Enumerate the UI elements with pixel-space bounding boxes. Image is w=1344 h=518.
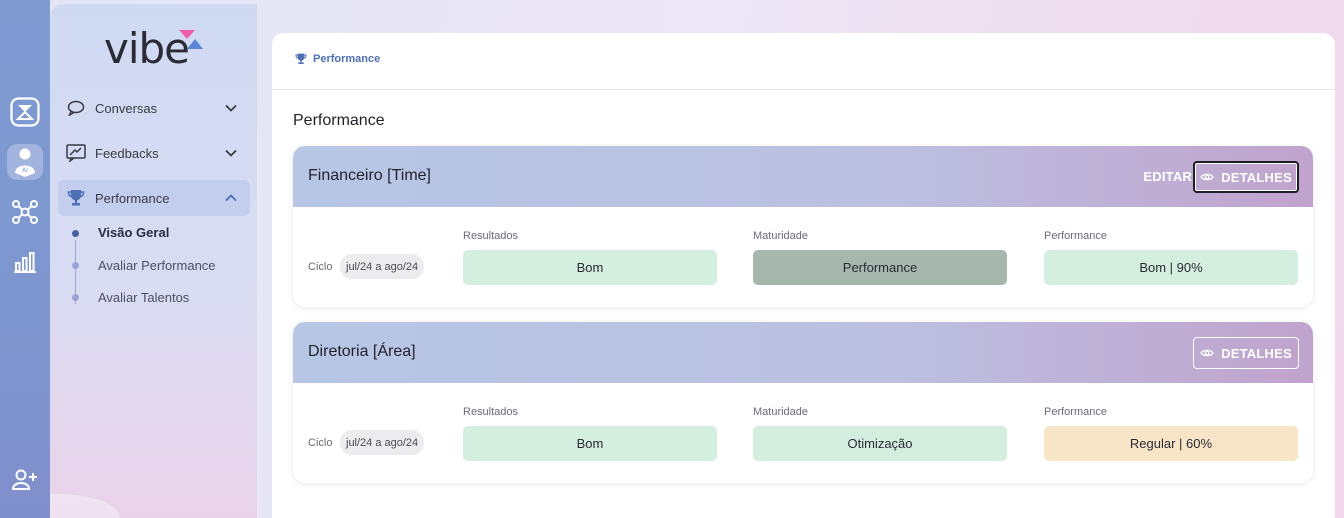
performance-label: Performance [1044, 230, 1107, 242]
maturity-label: Maturidade [753, 406, 809, 418]
chevron-up-icon[interactable] [224, 191, 238, 205]
hourglass-icon[interactable] [7, 94, 43, 130]
sidebar-item-feedbacks[interactable]: Feedbacks [58, 135, 250, 171]
card-title: Diretoria [Área] [308, 343, 416, 360]
card-title: Financeiro [Time] [308, 167, 431, 184]
sidebar-decoration [50, 494, 120, 518]
cycle-badge: jul/24 a ago/24 [340, 254, 425, 279]
sidebar-item-conversas[interactable]: Conversas [58, 90, 250, 126]
icon-rail: AI [0, 0, 50, 518]
details-button[interactable]: DETALHES [1193, 337, 1299, 369]
details-label: DETALHES [1221, 169, 1292, 185]
svg-text:AI: AI [22, 167, 28, 174]
eye-icon [1200, 349, 1214, 357]
submenu-dot [72, 262, 79, 269]
team-card: Financeiro [Time] EDITAR DETALHES Ciclo … [293, 146, 1313, 307]
results-label: Resultados [463, 406, 519, 418]
breadcrumb: Performance [295, 53, 380, 65]
chevron-down-icon[interactable] [224, 146, 238, 160]
eye-icon [1200, 173, 1214, 181]
edit-button[interactable]: EDITAR [1143, 169, 1192, 184]
network-icon[interactable] [7, 194, 43, 230]
cycle-label: Ciclo [308, 261, 333, 273]
submenu-dot [72, 230, 79, 237]
cycle-label: Ciclo [308, 437, 333, 449]
area-card: Diretoria [Área] DETALHES Ciclo jul/24 a… [293, 322, 1313, 483]
maturity-value: Otimização [753, 426, 1007, 461]
ai-assistant-icon[interactable]: AI [7, 144, 43, 180]
add-user-icon[interactable] [7, 462, 43, 498]
details-label: DETALHES [1221, 345, 1292, 361]
page-title: Performance [293, 112, 385, 129]
card-header: Financeiro [Time] EDITAR DETALHES [293, 146, 1313, 207]
cycle-badge: jul/24 a ago/24 [340, 430, 425, 455]
submenu-item-avaliar-performance[interactable]: Avaliar Performance [98, 258, 216, 273]
sidebar: vibe Conversas Feedbacks Performance Vis… [50, 4, 257, 518]
sidebar-item-label: Performance [95, 190, 170, 206]
performance-value: Bom | 90% [1044, 250, 1298, 285]
sidebar-item-label: Conversas [95, 100, 158, 116]
chat-bubble-icon [66, 98, 86, 118]
trophy-icon [66, 188, 86, 208]
results-value: Bom [463, 250, 717, 285]
submenu-item-avaliar-talentos[interactable]: Avaliar Talentos [98, 290, 189, 305]
logo-mark-icon [179, 30, 203, 49]
performance-label: Performance [1044, 406, 1107, 418]
maturity-value: Performance [753, 250, 1007, 285]
main-panel: Performance Performance Financeiro [Time… [272, 33, 1335, 518]
submenu-item-visao-geral[interactable]: Visão Geral [98, 225, 169, 240]
submenu-dot [72, 294, 79, 301]
chevron-down-icon[interactable] [224, 101, 238, 115]
details-button[interactable]: DETALHES [1193, 161, 1299, 193]
trophy-icon [295, 53, 307, 64]
maturity-label: Maturidade [753, 230, 809, 242]
card-header: Diretoria [Área] DETALHES [293, 322, 1313, 383]
bar-chart-icon[interactable] [7, 244, 43, 280]
results-label: Resultados [463, 230, 519, 242]
performance-value: Regular | 60% [1044, 426, 1298, 461]
results-value: Bom [463, 426, 717, 461]
feedback-icon [66, 143, 86, 163]
divider [272, 89, 1335, 90]
breadcrumb-label[interactable]: Performance [313, 53, 380, 65]
sidebar-item-label: Feedbacks [95, 145, 159, 161]
sidebar-item-performance[interactable]: Performance [58, 180, 250, 216]
